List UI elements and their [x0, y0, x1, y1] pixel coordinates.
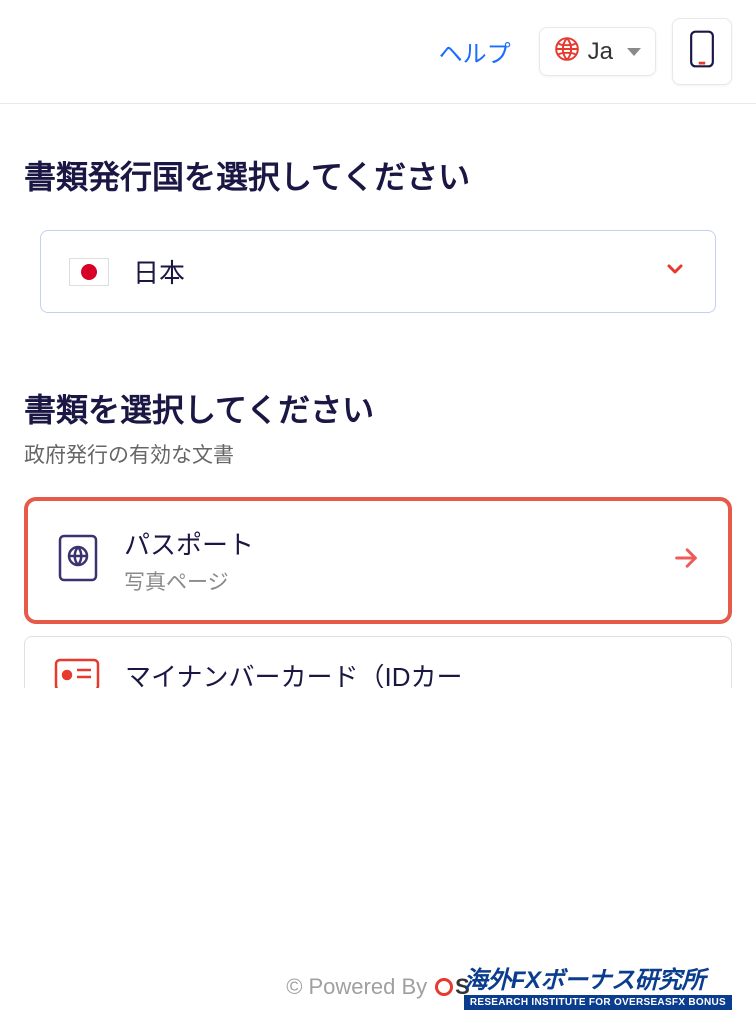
document-title: マイナンバーカード（IDカー [125, 657, 462, 688]
phone-icon [689, 56, 715, 73]
document-option-left: マイナンバーカード（IDカー [53, 657, 462, 688]
chevron-down-icon [663, 257, 687, 286]
globe-icon [554, 36, 580, 67]
document-text: マイナンバーカード（IDカー [125, 657, 462, 688]
document-option-passport[interactable]: パスポート 写真ページ [24, 497, 732, 624]
help-link[interactable]: ヘルプ [439, 34, 511, 69]
language-selector[interactable]: Ja [539, 27, 656, 76]
document-option-left: パスポート 写真ページ [56, 525, 254, 596]
language-label: Ja [588, 38, 613, 66]
id-card-icon [53, 657, 101, 688]
chevron-down-icon [627, 48, 641, 56]
document-section-title: 書類を選択してください [24, 385, 732, 431]
document-list: パスポート 写真ページ [24, 497, 732, 688]
watermark-subtitle: RESEARCH INSTITUTE FOR OVERSEASFX BONUS [464, 995, 732, 1010]
arrow-right-icon [672, 544, 700, 577]
flag-japan-icon [69, 258, 109, 286]
watermark-title: 海外FXボーナス研究所 [464, 960, 705, 995]
country-section-title: 書類発行国を選択してください [24, 152, 732, 198]
country-selector[interactable]: 日本 [40, 230, 716, 313]
powered-by-text: © Powered By [286, 974, 427, 1000]
header: ヘルプ Ja [0, 0, 756, 104]
document-section-subtitle: 政府発行の有効な文書 [24, 439, 732, 469]
country-selector-left: 日本 [69, 253, 185, 290]
main-content: 書類発行国を選択してください 日本 書類を選択してください 政府発行の有効な文書 [0, 104, 756, 688]
phone-device-button[interactable] [672, 18, 732, 85]
document-subtitle: 写真ページ [124, 566, 254, 596]
document-option-mynumber[interactable]: マイナンバーカード（IDカー [24, 636, 732, 688]
country-name: 日本 [133, 253, 185, 290]
document-title: パスポート [124, 525, 254, 562]
passport-icon [56, 532, 100, 589]
document-text: パスポート 写真ページ [124, 525, 254, 596]
watermark: 海外FXボーナス研究所 RESEARCH INSTITUTE FOR OVERS… [464, 960, 732, 1010]
